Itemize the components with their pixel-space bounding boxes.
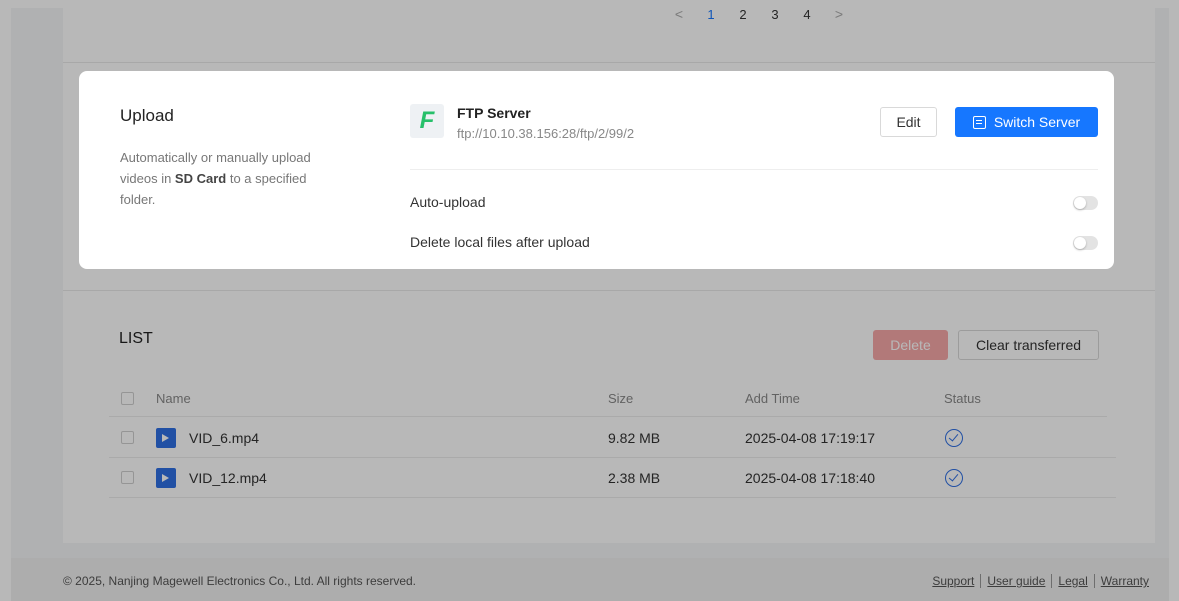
switch-server-button[interactable]: Switch Server <box>955 107 1098 137</box>
delete-after-upload-toggle[interactable] <box>1073 236 1098 250</box>
server-name: FTP Server <box>457 105 531 121</box>
server-url: ftp://10.10.38.156:28/ftp/2/99/2 <box>457 126 635 141</box>
ftp-logo-icon: F <box>410 104 444 138</box>
upload-settings-card: Upload Automatically or manually upload … <box>79 71 1114 269</box>
auto-upload-label: Auto-upload <box>410 194 486 210</box>
delete-after-upload-label: Delete local files after upload <box>410 234 590 250</box>
divider <box>410 169 1098 170</box>
upload-description: Automatically or manually upload videos … <box>120 150 311 207</box>
upload-title: Upload <box>120 106 174 125</box>
switch-server-label: Switch Server <box>993 114 1081 130</box>
auto-upload-toggle[interactable] <box>1073 196 1098 210</box>
server-list-icon <box>972 115 986 129</box>
edit-button[interactable]: Edit <box>880 107 937 137</box>
